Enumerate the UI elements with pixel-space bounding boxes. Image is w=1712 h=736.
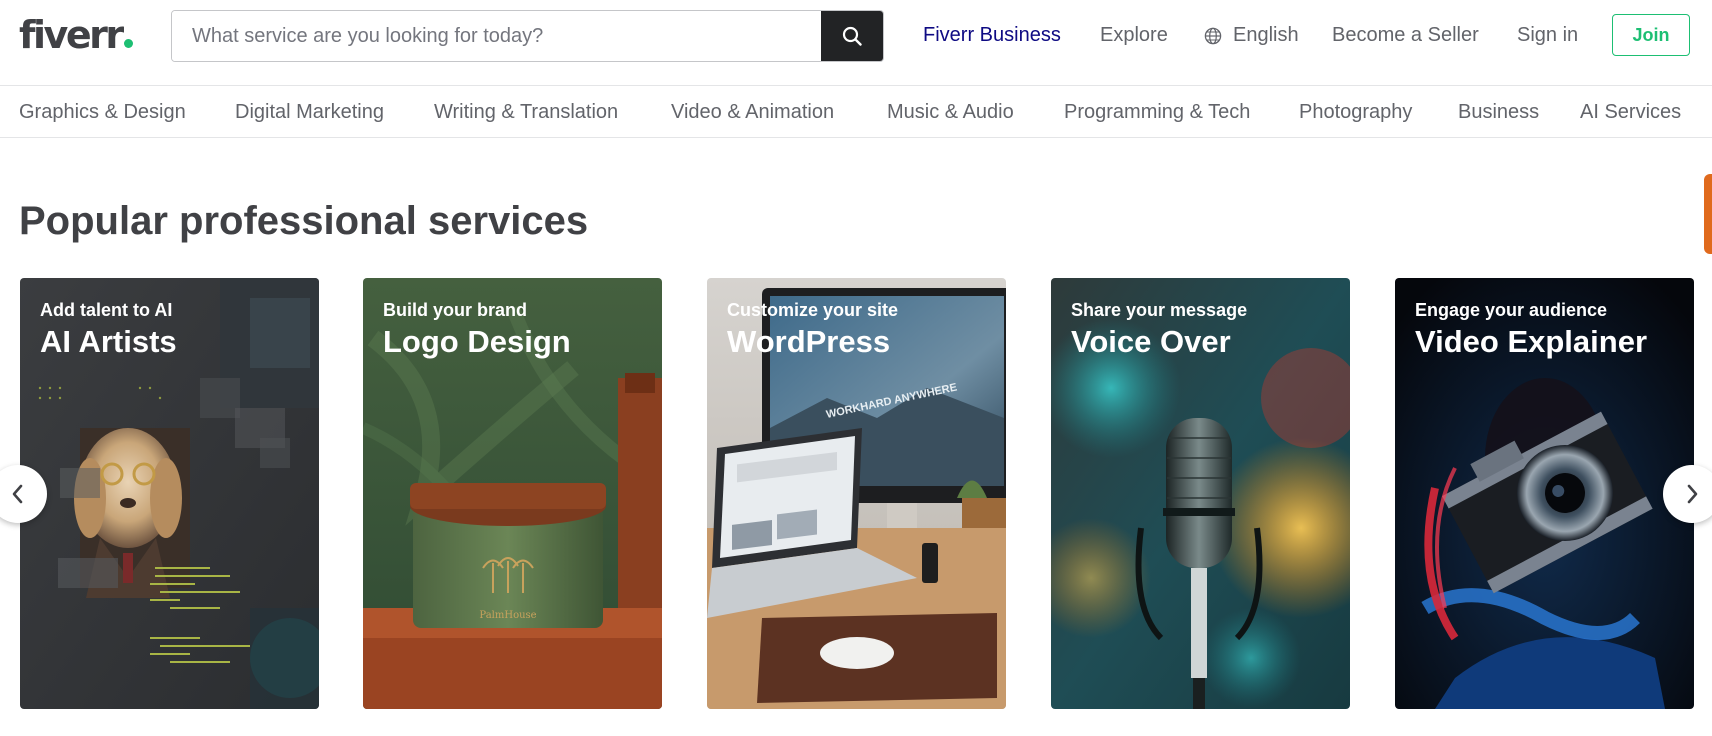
category-graphics-design[interactable]: Graphics & Design bbox=[19, 98, 186, 126]
card-title: WordPress bbox=[727, 324, 891, 359]
section-title: Popular professional services bbox=[19, 199, 589, 243]
category-nav: Graphics & Design Digital Marketing Writ… bbox=[0, 86, 1712, 138]
card-subtitle: Customize your site bbox=[727, 300, 899, 320]
service-card-ai-artists[interactable]: Add talent to AI AI Artists bbox=[20, 278, 319, 709]
globe-icon bbox=[1204, 27, 1222, 45]
category-video-animation[interactable]: Video & Animation bbox=[671, 98, 834, 126]
category-ai-services[interactable]: AI Services bbox=[1580, 98, 1681, 126]
card-title: AI Artists bbox=[40, 324, 177, 359]
category-business[interactable]: Business bbox=[1458, 98, 1539, 126]
chevron-right-icon bbox=[1687, 484, 1698, 504]
service-card-wordpress[interactable]: WORKHARD ANYWHERE Customize your site Wo… bbox=[707, 278, 1006, 709]
card-title: Logo Design bbox=[383, 324, 571, 359]
card-subtitle: Share your message bbox=[1071, 300, 1248, 320]
service-card-video-explainer[interactable]: Engage your audience Video Explainer bbox=[1395, 278, 1694, 709]
nav-sign-in[interactable]: Sign in bbox=[1517, 21, 1578, 49]
card-title: Voice Over bbox=[1071, 324, 1231, 359]
nav-language[interactable]: English bbox=[1233, 21, 1299, 49]
category-photography[interactable]: Photography bbox=[1299, 98, 1412, 126]
search-button[interactable] bbox=[821, 11, 883, 61]
card-title: Video Explainer bbox=[1415, 324, 1648, 359]
chevron-left-icon bbox=[12, 484, 23, 504]
category-music-audio[interactable]: Music & Audio bbox=[887, 98, 1014, 126]
top-header: fiverr Fiverr Business Explore English B… bbox=[0, 0, 1712, 86]
side-feedback-tab[interactable] bbox=[1704, 174, 1712, 254]
search-icon bbox=[842, 26, 862, 46]
logo-dot bbox=[123, 39, 133, 48]
category-writing-translation[interactable]: Writing & Translation bbox=[434, 98, 618, 126]
carousel-next-button[interactable] bbox=[1663, 465, 1712, 523]
service-card-logo-design[interactable]: PalmHouse Build your brand Logo Design bbox=[363, 278, 662, 709]
category-programming-tech[interactable]: Programming & Tech bbox=[1064, 98, 1250, 126]
nav-fiverr-business[interactable]: Fiverr Business bbox=[923, 21, 1061, 49]
card-subtitle: Build your brand bbox=[383, 300, 527, 320]
search-bar bbox=[171, 10, 884, 62]
card-subtitle: Add talent to AI bbox=[40, 300, 173, 320]
nav-become-seller[interactable]: Become a Seller bbox=[1332, 21, 1479, 49]
fiverr-logo[interactable]: fiverr bbox=[19, 13, 133, 57]
nav-explore[interactable]: Explore bbox=[1100, 21, 1168, 49]
jar-brand-text: PalmHouse bbox=[479, 610, 536, 621]
logo-text: fiverr bbox=[19, 13, 124, 57]
service-card-voice-over[interactable]: Share your message Voice Over bbox=[1051, 278, 1350, 709]
category-digital-marketing[interactable]: Digital Marketing bbox=[235, 98, 384, 126]
join-button[interactable]: Join bbox=[1612, 14, 1690, 56]
search-input[interactable] bbox=[172, 11, 822, 61]
card-subtitle: Engage your audience bbox=[1415, 300, 1608, 320]
